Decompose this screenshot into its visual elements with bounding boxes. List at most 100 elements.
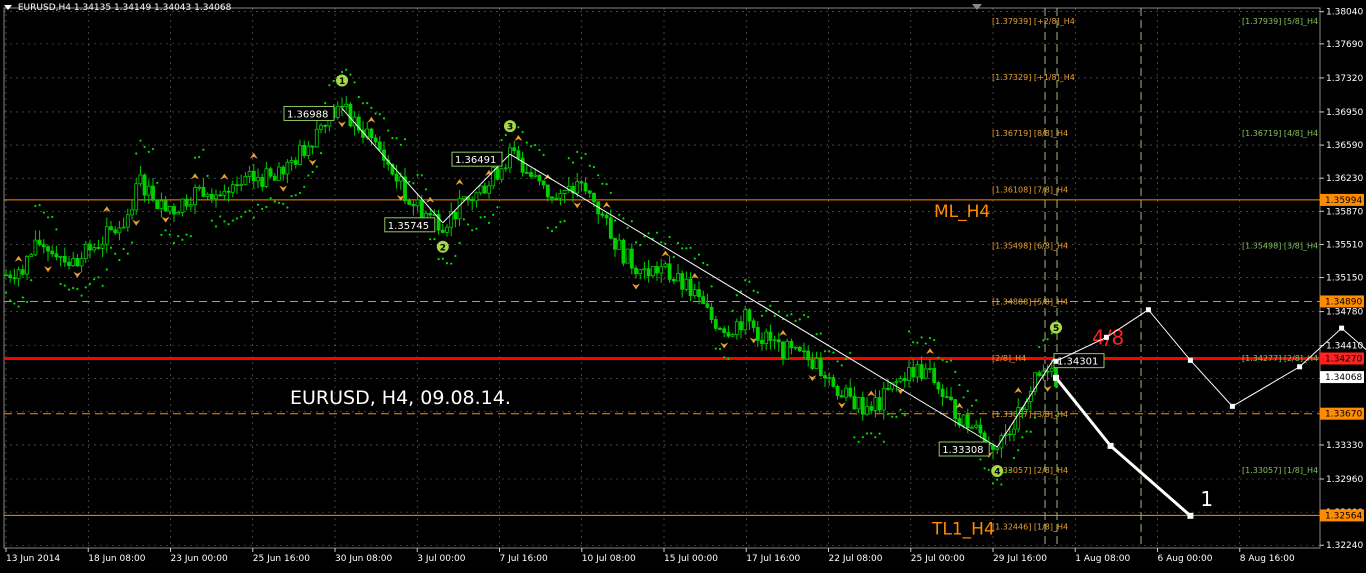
murrey-label: [1.36719] [8/8]_H4 [992,129,1068,138]
candle-body [172,206,176,215]
psar-dot [202,148,205,151]
candle-body [587,190,592,194]
candle-body [545,184,550,198]
psar-dot [802,313,806,317]
x-tick-label: 22 Jul 08:00 [829,554,883,564]
psar-dot [311,170,314,174]
wave-number: 5 [1053,324,1059,334]
murrey-label: [1.35498] [6/8]_H4 [992,242,1068,251]
candle-body [487,185,491,194]
price-tag-text: 1.35994 [1325,196,1362,206]
candle-body [907,367,911,381]
psar-dot [571,161,575,164]
candle-body [743,309,748,331]
psar-dot [744,279,747,282]
candle-body [264,168,269,187]
psar-dot [450,262,453,265]
psar-dot [93,278,96,281]
candle-body [768,331,773,341]
candle-body [995,447,1000,450]
candle-body [415,199,420,207]
candle-body [146,185,151,196]
psar-dot [933,339,936,342]
candle-body [944,396,949,399]
psar-dot [235,217,239,220]
candle-body [218,194,223,197]
psar-dot [563,219,566,223]
psar-dot [945,360,948,363]
dropdown-triangle-icon[interactable] [4,5,12,10]
candle-body [214,194,218,199]
forecast-node [1053,374,1059,381]
psar-dot [441,257,444,260]
fractal-arrow [837,402,846,409]
candle-body [877,397,882,411]
murrey-label: [1.37329] [+1/8]_H4 [992,73,1075,82]
candle-body [655,266,659,274]
psar-dot [937,356,940,359]
psar-dot [517,126,520,129]
candle-body [369,128,374,139]
psar-dot [147,150,150,153]
psar-dot [542,153,545,156]
x-tick-label: 23 Jun 00:00 [171,554,228,564]
psar-dot [256,203,260,206]
candle-body [1045,370,1050,373]
murrey-label: [1.32446] [1/8]_H4 [992,522,1068,531]
candle-body [398,176,403,182]
murrey-label: [1.34888] [5/8]_H4 [992,298,1068,307]
candle-body [117,227,122,234]
fractal-arrow [1014,387,1023,394]
psar-dot [1004,471,1007,474]
candle-body [718,327,722,330]
chart-area[interactable]: 1.38040 1.37690 1.37320 1.36950 1.36590 1.362… [0,0,1366,569]
candle-body [978,424,983,434]
psar-dot [164,229,167,232]
psar-dot [130,241,134,244]
psar-dot [756,291,759,294]
candle-body [520,157,525,173]
psar-dot [613,219,617,222]
psar-dot [298,191,302,195]
y-tick-label: 1.32960 [1326,475,1363,485]
candle-body [260,177,265,187]
candle-body [235,184,239,187]
psar-dot [1021,436,1024,439]
psar-dot [361,102,365,105]
candle-body [835,385,840,397]
psar-dot [353,81,356,84]
psar-dot [555,226,558,229]
candle-body [180,198,185,213]
candle-body [583,182,588,192]
psar-dot [126,252,129,255]
swing-price-label: 1.36491 [455,155,496,166]
psar-dot [576,150,579,154]
psar-dot [429,238,432,241]
y-tick-label: 1.35870 [1326,207,1363,217]
psar-dot [790,313,793,316]
candle-body [970,426,974,429]
x-tick-label: 6 Aug 00:00 [1158,554,1213,564]
candle-body [470,198,475,202]
psar-dot [412,182,415,185]
psar-dot [265,205,268,208]
ohlc-values: 1.34135 1.34149 1.34043 1.34068 [73,3,232,13]
price-chart-svg[interactable]: 1.38040 1.37690 1.37320 1.36950 1.36590 1.362… [0,0,1366,569]
candle-body [671,278,676,282]
candle-body [764,331,769,344]
psar-dot [462,218,465,221]
x-tick-label: 17 Jul 16:00 [746,554,800,564]
candle-body [41,244,46,248]
candle-body [1037,372,1042,376]
candle-body [550,196,554,199]
psar-dot [177,234,180,238]
psar-dot [723,356,726,359]
y-tick-label: 1.36590 [1326,141,1363,151]
candle-body [760,339,764,344]
shift-marker-icon[interactable] [972,4,982,10]
psar-dot [550,229,554,233]
candle-body [25,256,29,275]
psar-dot [273,200,276,203]
psar-dot [118,259,121,262]
psar-dot [538,148,541,152]
